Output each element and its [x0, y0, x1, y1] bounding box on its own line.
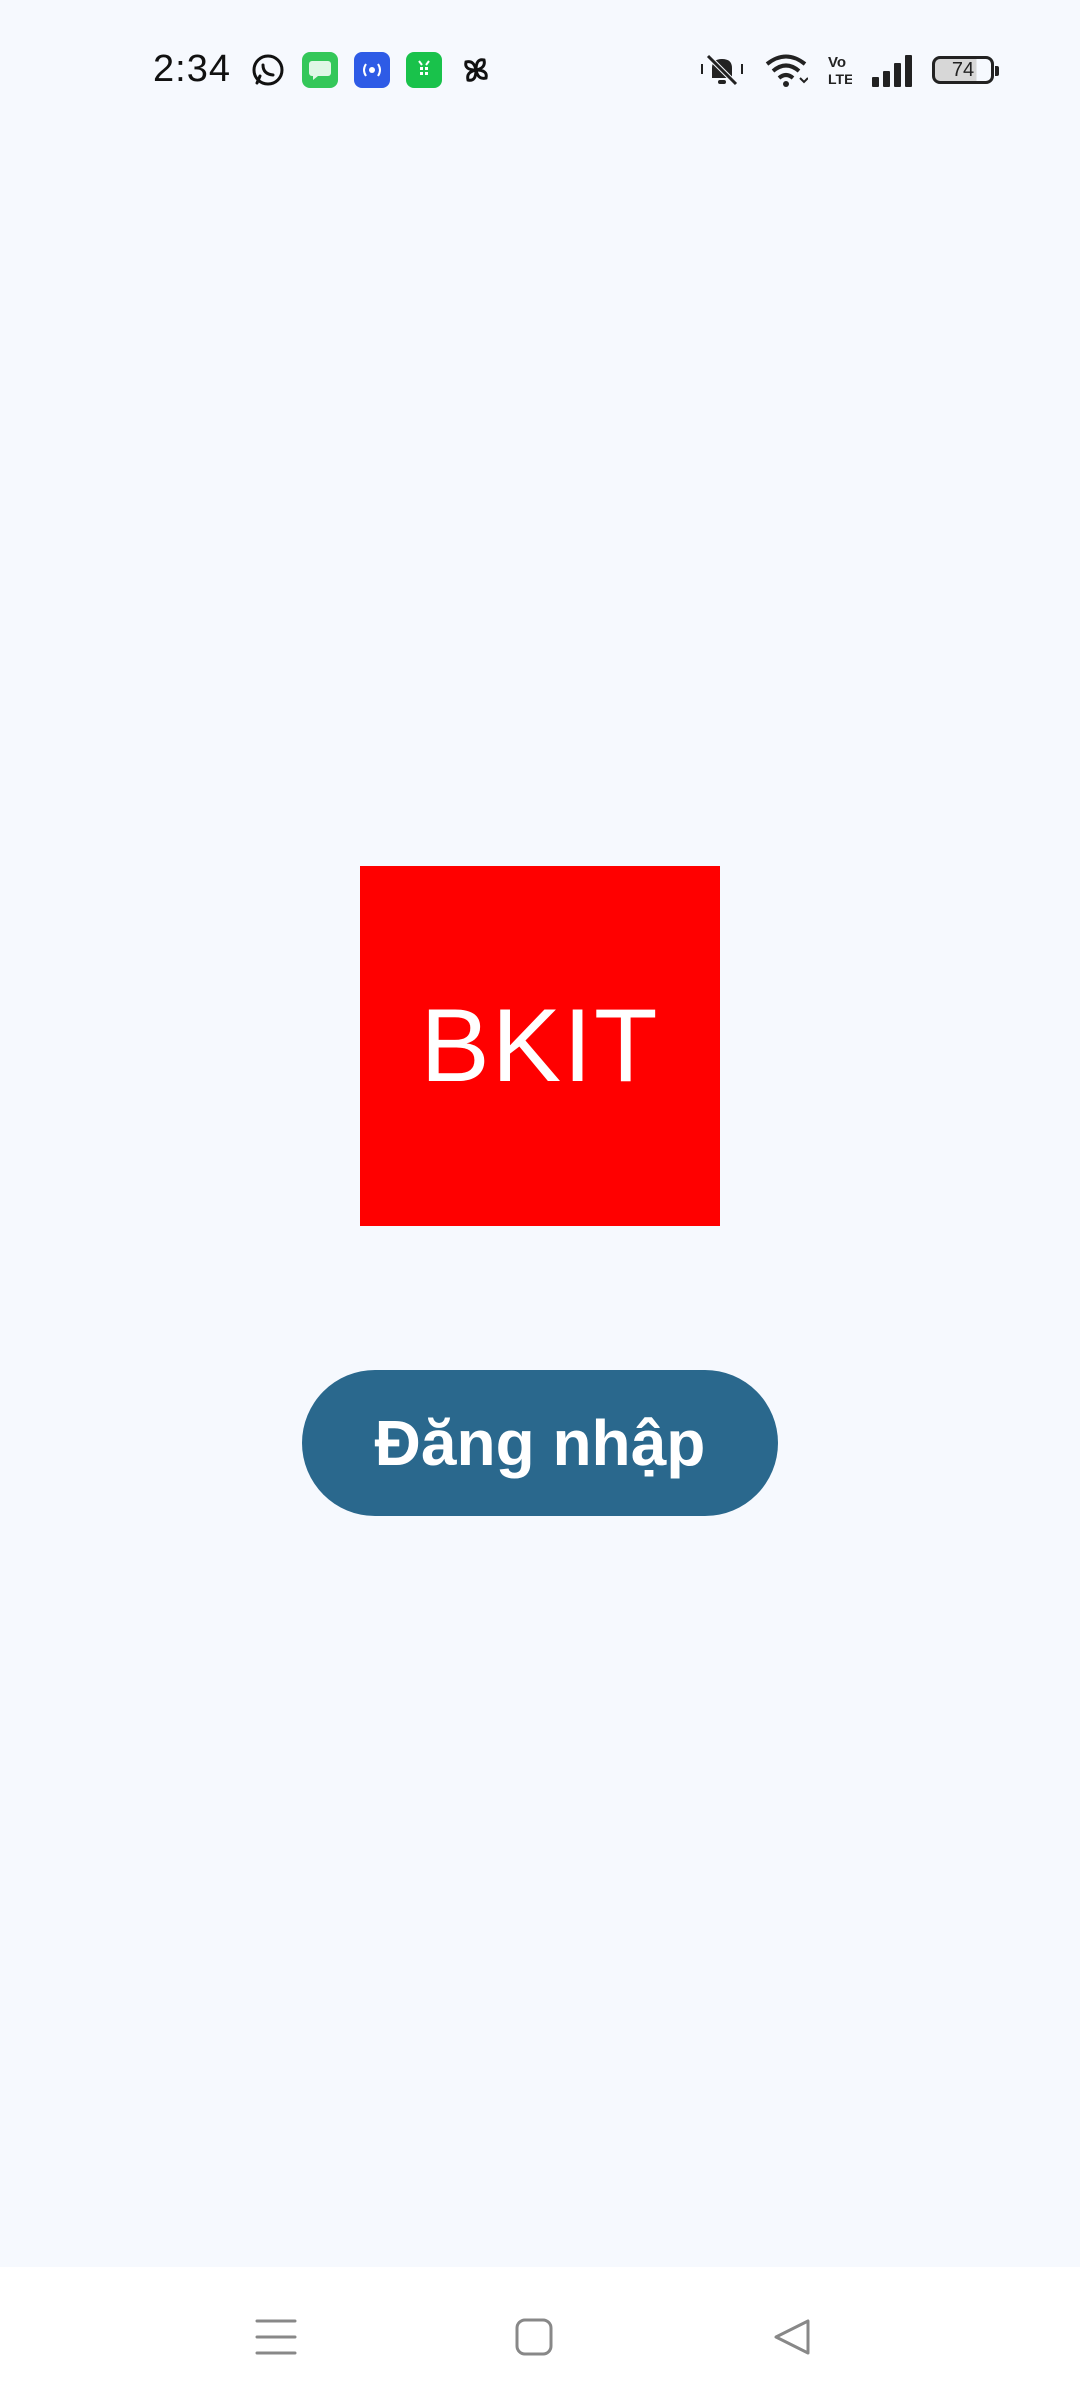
app-store-icon	[406, 52, 442, 88]
svg-text:LTE: LTE	[828, 71, 852, 87]
status-bar: 2:34 Vo LTE 74	[0, 0, 1080, 150]
navigation-bar	[0, 2267, 1080, 2400]
nav-menu-button[interactable]	[236, 2297, 316, 2377]
whatsapp-icon	[250, 52, 286, 88]
nav-home-button[interactable]	[494, 2297, 574, 2377]
battery-icon: 74	[932, 56, 999, 84]
back-icon	[774, 2319, 810, 2355]
system-icons: Vo LTE 74	[698, 52, 999, 88]
mute-bell-icon	[701, 54, 743, 86]
podcast-icon	[354, 52, 390, 88]
signal-icon	[872, 55, 912, 87]
bkit-logo: BKIT	[360, 866, 720, 1226]
menu-icon	[255, 2319, 297, 2355]
pinwheel-icon	[458, 52, 494, 88]
messages-icon	[302, 52, 338, 88]
logo-text: BKIT	[420, 987, 660, 1104]
svg-text:Vo: Vo	[828, 54, 846, 71]
nav-back-button[interactable]	[752, 2297, 832, 2377]
home-icon	[515, 2318, 553, 2356]
login-button[interactable]: Đăng nhập	[302, 1370, 778, 1516]
wifi-icon	[765, 54, 808, 87]
volte-icon: Vo LTE	[828, 54, 852, 87]
status-time: 2:34	[153, 48, 231, 90]
battery-level: 74	[951, 58, 975, 81]
notification-icons	[250, 52, 494, 88]
